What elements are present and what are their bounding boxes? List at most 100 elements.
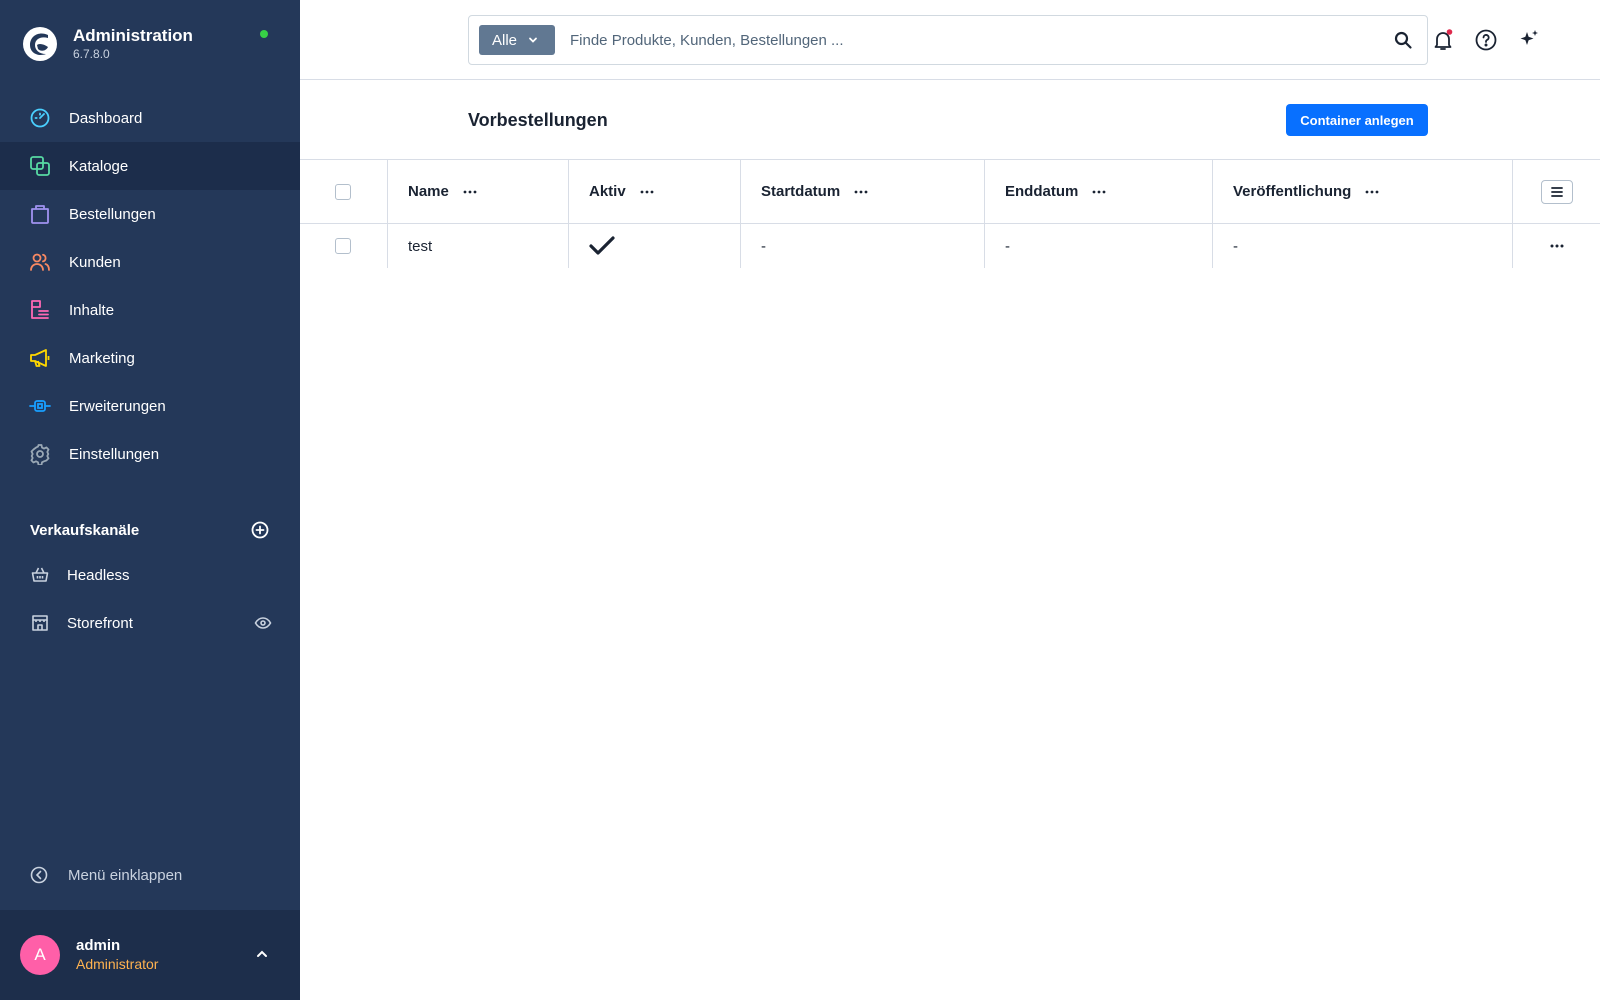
main-navigation: Dashboard Kataloge Bestellungen Kunden I… <box>0 94 300 478</box>
user-name: admin <box>76 937 121 954</box>
more-horizontal-icon[interactable] <box>1365 190 1379 194</box>
sales-channel-label: Headless <box>67 566 130 584</box>
sidebar-item-label: Kunden <box>69 253 121 271</box>
checkmark-icon <box>589 236 615 255</box>
brand: Administration 6.7.8.0 <box>22 24 278 64</box>
collapse-menu-button[interactable]: Menü einklappen <box>30 866 182 884</box>
smart-bar: Vorbestellungen Container anlegen <box>300 80 1600 160</box>
column-label: Aktiv <box>589 183 626 200</box>
search-type-label: Alle <box>492 31 518 49</box>
avatar: A <box>20 935 60 975</box>
sales-channel-label: Storefront <box>67 614 133 632</box>
sidebar-item-label: Einstellungen <box>69 445 160 463</box>
chevron-up-icon[interactable] <box>254 946 270 962</box>
cell-name[interactable]: test <box>387 224 568 268</box>
column-settings-button[interactable] <box>1540 179 1573 204</box>
app-title: Administration <box>73 26 193 45</box>
sidebar-item-label: Inhalte <box>69 301 115 319</box>
eye-icon[interactable] <box>254 614 272 632</box>
data-grid: Name Aktiv Startdatum Enddatum Veröffent… <box>300 160 1600 268</box>
add-sales-channel-icon[interactable] <box>250 520 270 540</box>
chevron-down-icon <box>529 37 537 43</box>
column-label: Enddatum <box>1005 183 1079 200</box>
sales-channels-list: Headless Storefront <box>0 551 300 647</box>
more-horizontal-icon[interactable] <box>463 190 477 194</box>
search-icon[interactable] <box>1393 30 1413 50</box>
status-indicator <box>260 30 268 38</box>
plug-icon <box>29 395 51 417</box>
sidebar-item-label: Bestellungen <box>69 205 156 223</box>
more-horizontal-icon[interactable] <box>640 190 654 194</box>
help-icon[interactable] <box>1474 28 1498 52</box>
row-publication: - <box>1233 237 1238 255</box>
sales-channel-storefront[interactable]: Storefront <box>0 599 300 647</box>
column-label: Startdatum <box>761 183 841 200</box>
cell-start-date: - <box>740 224 984 268</box>
table-row[interactable]: test - - - <box>300 224 1600 268</box>
row-checkbox[interactable] <box>335 238 351 254</box>
user-role: Administrator <box>76 956 159 972</box>
column-header-end-date[interactable]: Enddatum <box>984 160 1212 223</box>
cell-row-actions <box>1512 224 1600 268</box>
sidebar-item-catalogues[interactable]: Kataloge <box>0 142 300 190</box>
storefront-icon <box>29 612 51 634</box>
column-header-active[interactable]: Aktiv <box>568 160 740 223</box>
row-start-date: - <box>761 237 766 255</box>
search-input[interactable] <box>570 31 1350 49</box>
gauge-icon <box>29 107 51 129</box>
sparkle-icon[interactable] <box>1517 28 1541 52</box>
collapse-menu-label: Menü einklappen <box>68 866 183 884</box>
column-label: Name <box>408 183 449 200</box>
column-label: Veröffentlichung <box>1233 183 1352 200</box>
column-settings-cell <box>1512 160 1600 223</box>
sidebar-item-content[interactable]: Inhalte <box>0 286 300 334</box>
sidebar: Administration 6.7.8.0 Dashboard Katalog… <box>0 0 300 1000</box>
sidebar-item-customers[interactable]: Kunden <box>0 238 300 286</box>
shopware-logo-icon <box>23 27 57 61</box>
sales-channels-header: Verkaufskanäle <box>30 518 270 542</box>
chevron-left-circle-icon <box>30 866 48 884</box>
search-type-select[interactable]: Alle <box>479 25 555 55</box>
global-search: Alle <box>468 15 1428 65</box>
sidebar-item-label: Kataloge <box>69 157 129 175</box>
select-all-cell <box>335 160 351 223</box>
column-header-name[interactable]: Name <box>387 160 568 223</box>
row-select-cell <box>335 224 351 268</box>
table-header-row: Name Aktiv Startdatum Enddatum Veröffent… <box>300 160 1600 224</box>
row-name: test <box>408 237 433 255</box>
megaphone-icon <box>29 347 51 369</box>
row-end-date: - <box>1005 237 1010 255</box>
sidebar-item-marketing[interactable]: Marketing <box>0 334 300 382</box>
sidebar-item-dashboard[interactable]: Dashboard <box>0 94 300 142</box>
sidebar-item-settings[interactable]: Einstellungen <box>0 430 300 478</box>
sales-channels-title: Verkaufskanäle <box>30 521 140 539</box>
sidebar-item-extensions[interactable]: Erweiterungen <box>0 382 300 430</box>
select-all-checkbox[interactable] <box>335 183 351 200</box>
column-header-publication[interactable]: Veröffentlichung <box>1212 160 1512 223</box>
cell-end-date: - <box>984 224 1212 268</box>
sales-channel-headless[interactable]: Headless <box>0 551 300 599</box>
user-menu[interactable]: A admin Administrator <box>0 910 300 1000</box>
products-icon <box>29 155 51 177</box>
app-version: 6.7.8.0 <box>73 47 110 61</box>
cell-active <box>568 224 740 268</box>
bell-icon[interactable] <box>1431 28 1455 52</box>
top-bar: Alle <box>300 0 1600 80</box>
gear-icon <box>29 443 51 465</box>
content-icon <box>29 299 51 321</box>
row-actions-icon[interactable] <box>1550 244 1564 248</box>
sidebar-item-label: Dashboard <box>69 109 143 127</box>
basket-icon <box>29 564 51 586</box>
sidebar-item-label: Erweiterungen <box>69 397 166 415</box>
more-horizontal-icon[interactable] <box>854 190 868 194</box>
column-header-start-date[interactable]: Startdatum <box>740 160 984 223</box>
sidebar-item-orders[interactable]: Bestellungen <box>0 190 300 238</box>
users-icon <box>29 251 51 273</box>
menu-lines-icon <box>1550 186 1563 197</box>
more-horizontal-icon[interactable] <box>1092 190 1106 194</box>
sidebar-item-label: Marketing <box>69 349 135 367</box>
cell-publication: - <box>1212 224 1512 268</box>
shopping-bag-icon <box>29 203 51 225</box>
create-container-button[interactable]: Container anlegen <box>1286 104 1428 136</box>
page-title: Vorbestellungen <box>468 110 608 130</box>
